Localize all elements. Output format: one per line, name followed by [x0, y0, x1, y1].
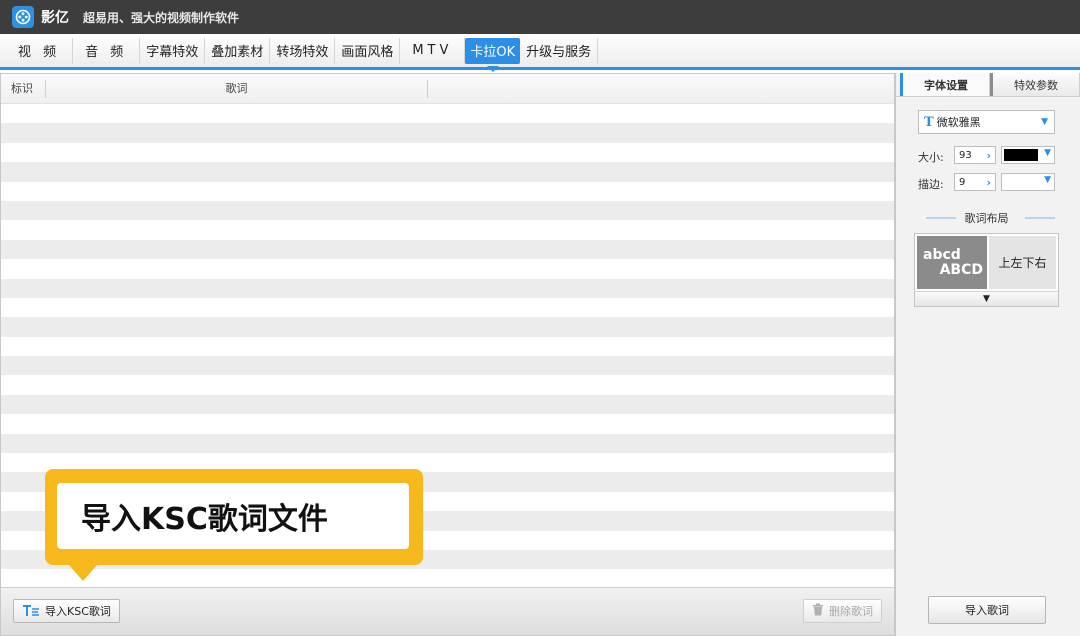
lyrics-bottom-bar: 导入KSC歌词 删除歌词 [1, 587, 894, 635]
layout-name[interactable]: 上左下右 [989, 236, 1056, 289]
tab-video[interactable]: 视 频 [6, 37, 74, 64]
callout-pointer [69, 565, 97, 581]
tab-font-settings[interactable]: 字体设置 [900, 73, 990, 96]
layout-preview-line1: abcd [923, 247, 961, 263]
tab-subtitle-effects[interactable]: 字幕特效 [140, 37, 206, 64]
table-row[interactable] [1, 142, 894, 163]
column-header-id[interactable]: 标识 [1, 79, 46, 98]
font-color-picker[interactable]: ▼ [1001, 146, 1055, 164]
delete-lyrics-button[interactable]: 删除歌词 [803, 599, 882, 623]
table-row[interactable] [1, 220, 894, 240]
size-stepper[interactable]: 93 › [954, 146, 996, 164]
chevron-down-icon: ▼ [1044, 148, 1051, 158]
tab-upgrade-service[interactable]: 升级与服务 [520, 37, 599, 64]
callout-annotation: 导入KSC歌词文件 [45, 469, 423, 581]
table-row[interactable] [1, 433, 894, 454]
font-color-swatch [1004, 149, 1038, 161]
tab-picture-style[interactable]: 画面风格 [335, 37, 401, 64]
settings-tabs: 字体设置 特效参数 [896, 73, 1080, 97]
stroke-label: 描边: [918, 178, 944, 191]
table-row[interactable] [1, 181, 894, 201]
chevron-down-icon: ▼ [1041, 117, 1048, 127]
table-row[interactable] [1, 375, 894, 395]
table-row[interactable] [1, 394, 894, 415]
title-bar: 影亿 超易用、强大的视频制作软件 [0, 0, 1080, 34]
table-row[interactable] [1, 104, 894, 124]
table-row[interactable] [1, 414, 894, 434]
import-lyrics-button[interactable]: 导入歌词 [928, 596, 1046, 624]
tab-transition-effects[interactable]: 转场特效 [270, 37, 336, 64]
lyrics-layout-picker[interactable]: abcd ABCD 上左下右 ▼ [914, 233, 1059, 307]
table-row[interactable] [1, 123, 894, 143]
font-family-select[interactable]: T 微软雅黑 ▼ [918, 110, 1055, 134]
text-import-icon [22, 603, 40, 620]
table-row[interactable] [1, 336, 894, 357]
app-logo-icon [12, 6, 34, 28]
tab-overlay-material[interactable]: 叠加素材 [205, 37, 271, 64]
main-tab-bar: 视 频 音 频 字幕特效 叠加素材 转场特效 画面风格 MTV 卡拉OK 升级与… [0, 34, 1080, 72]
app-name: 影亿 [41, 10, 69, 26]
table-row[interactable] [1, 317, 894, 337]
layout-preview-line2: ABCD [939, 262, 983, 278]
chevron-down-icon: ▼ [1044, 175, 1051, 185]
font-family-value: 微软雅黑 [936, 116, 981, 129]
size-label: 大小: [918, 151, 944, 164]
table-row[interactable] [1, 259, 894, 279]
app-slogan: 超易用、强大的视频制作软件 [83, 10, 240, 25]
size-value: 93 [959, 149, 972, 161]
lyrics-layout-title: 歌词布局 [918, 210, 1055, 226]
table-row[interactable] [1, 356, 894, 376]
trash-icon [812, 603, 824, 619]
stroke-value: 9 [959, 176, 966, 188]
font-icon: T [924, 114, 934, 130]
tab-effect-params[interactable]: 特效参数 [990, 73, 1080, 96]
tab-karaoke[interactable]: 卡拉OK [465, 37, 521, 72]
stroke-color-picker[interactable]: ▼ [1001, 173, 1055, 191]
lyrics-table-header: 标识 歌词 [1, 74, 894, 104]
table-row[interactable] [1, 297, 894, 318]
import-ksc-lyrics-label: 导入KSC歌词 [45, 605, 111, 618]
tab-audio[interactable]: 音 频 [73, 37, 141, 64]
tab-mtv[interactable]: MTV [400, 37, 466, 64]
stroke-stepper[interactable]: 9 › [954, 173, 996, 191]
table-row[interactable] [1, 200, 894, 221]
expand-layouts-icon[interactable]: ▼ [915, 291, 1058, 306]
chevron-right-icon[interactable]: › [986, 149, 991, 162]
layout-preview[interactable]: abcd ABCD [917, 236, 987, 289]
table-row[interactable] [1, 239, 894, 260]
column-header-lyrics[interactable]: 歌词 [46, 79, 428, 98]
chevron-right-icon[interactable]: › [986, 176, 991, 189]
import-ksc-lyrics-button[interactable]: 导入KSC歌词 [13, 599, 120, 623]
table-row[interactable] [1, 569, 894, 587]
table-row[interactable] [1, 278, 894, 298]
table-row[interactable] [1, 162, 894, 182]
callout-text: 导入KSC歌词文件 [57, 483, 409, 549]
settings-panel: 字体设置 特效参数 T 微软雅黑 ▼ 大小: 93 › ▼ 描边: 9 › ▼ … [895, 73, 1080, 636]
delete-lyrics-label: 删除歌词 [829, 605, 873, 618]
